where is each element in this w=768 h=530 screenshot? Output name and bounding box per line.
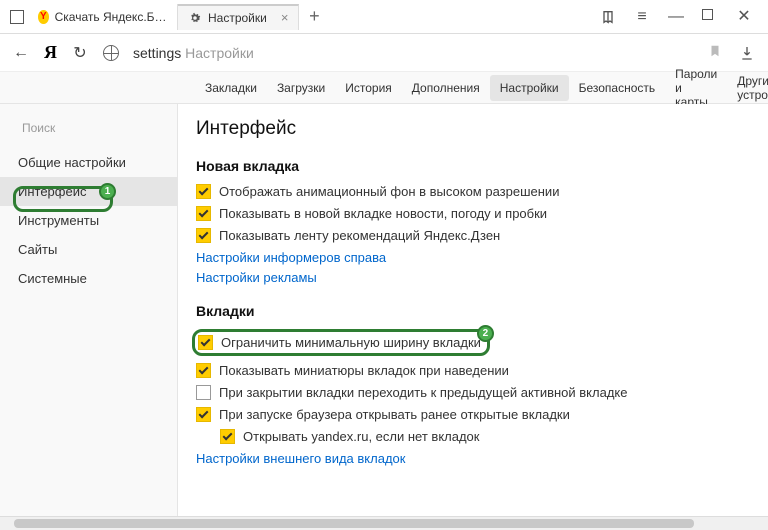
section-newtab-heading: Новая вкладка (196, 158, 750, 174)
checkbox-icon[interactable] (198, 335, 213, 350)
checkbox-icon[interactable] (196, 385, 211, 400)
checkbox-icon[interactable] (196, 407, 211, 422)
horizontal-scrollbar[interactable] (0, 516, 768, 530)
opt-restore-tabs[interactable]: При запуске браузера открывать ранее отк… (196, 407, 750, 422)
yandex-logo[interactable]: Я (44, 42, 57, 63)
checkbox-icon[interactable] (196, 184, 211, 199)
opt-open-yandex[interactable]: Открывать yandex.ru, если нет вкладок (220, 429, 750, 444)
link-ads[interactable]: Настройки рекламы (196, 270, 750, 285)
settings-sidebar: Поиск Общие настройки Интерфейс Инструме… (0, 104, 178, 530)
checkbox-icon[interactable] (196, 363, 211, 378)
sidebar-item-tools[interactable]: Инструменты (0, 206, 177, 235)
bookmark-icon[interactable] (708, 43, 722, 62)
opt-label: При закрытии вкладки переходить к предыд… (219, 385, 627, 400)
reader-icon[interactable] (600, 9, 616, 25)
main-area: Поиск Общие настройки Интерфейс Инструме… (0, 104, 768, 530)
close-tab-icon[interactable]: × (281, 10, 289, 25)
topnav-security[interactable]: Безопасность (569, 75, 666, 101)
checkbox-icon[interactable] (196, 206, 211, 221)
checkbox-icon[interactable] (196, 228, 211, 243)
reload-icon[interactable]: ↻ (71, 44, 89, 62)
window-maximize-icon[interactable] (702, 9, 718, 25)
topnav-addons[interactable]: Дополнения (402, 75, 490, 101)
address-page: Настройки (185, 45, 254, 61)
checkbox-icon[interactable] (220, 429, 235, 444)
opt-label: Показывать в новой вкладке новости, пого… (219, 206, 547, 221)
scrollbar-thumb[interactable] (14, 519, 694, 528)
sidebar-search[interactable]: Поиск (14, 116, 163, 140)
opt-label: При запуске браузера открывать ранее отк… (219, 407, 570, 422)
opt-zen[interactable]: Показывать ленту рекомендаций Яндекс.Дзе… (196, 228, 750, 243)
window-minimize-icon[interactable]: — (668, 9, 684, 25)
gear-icon (188, 11, 202, 25)
link-informers[interactable]: Настройки информеров справа (196, 250, 750, 265)
section-tabs-heading: Вкладки (196, 303, 750, 319)
opt-news[interactable]: Показывать в новой вкладке новости, пого… (196, 206, 750, 221)
address-text[interactable]: settings Настройки (133, 45, 254, 61)
tab-1-title: Скачать Яндекс.Браузер д (55, 10, 167, 24)
new-tab-button[interactable]: + (299, 6, 329, 27)
window-close-icon[interactable]: ✕ (736, 9, 752, 25)
opt-min-width[interactable]: Ограничить минимальную ширину вкладки 2 (196, 329, 750, 356)
topnav-other[interactable]: Другие устройс (727, 68, 768, 108)
sidebar-item-system[interactable]: Системные (0, 264, 177, 293)
opt-label: Отображать анимационный фон в высоком ра… (219, 184, 559, 199)
address-host: settings (133, 45, 181, 61)
topnav-bookmarks[interactable]: Закладки (195, 75, 267, 101)
settings-topnav: Закладки Загрузки История Дополнения Нас… (0, 72, 768, 104)
titlebar: Y Скачать Яндекс.Браузер д Настройки × +… (0, 0, 768, 34)
opt-label: Открывать yandex.ru, если нет вкладок (243, 429, 479, 444)
link-tab-appearance[interactable]: Настройки внешнего вида вкладок (196, 451, 750, 466)
back-icon[interactable]: ← (12, 44, 30, 62)
opt-prev-tab[interactable]: При закрытии вкладки переходить к предыд… (196, 385, 750, 400)
menu-icon[interactable]: ≡ (634, 9, 650, 25)
globe-icon (103, 45, 119, 61)
panel-toggle[interactable] (6, 6, 28, 28)
sidebar-item-label: Интерфейс (18, 184, 86, 199)
opt-label: Ограничить минимальную ширину вкладки (221, 335, 481, 350)
address-bar: ← Я ↻ settings Настройки (0, 34, 768, 72)
opt-anim-bg[interactable]: Отображать анимационный фон в высоком ра… (196, 184, 750, 199)
topnav-downloads[interactable]: Загрузки (267, 75, 335, 101)
opt-label: Показывать миниатюры вкладок при наведен… (219, 363, 509, 378)
topnav-settings[interactable]: Настройки (490, 75, 569, 101)
opt-thumbnails[interactable]: Показывать миниатюры вкладок при наведен… (196, 363, 750, 378)
browser-tab-1[interactable]: Y Скачать Яндекс.Браузер д (28, 4, 178, 30)
page-title: Интерфейс (196, 118, 750, 140)
download-icon[interactable] (738, 44, 756, 62)
sidebar-item-general[interactable]: Общие настройки (0, 148, 177, 177)
badge-2: 2 (477, 325, 494, 342)
sidebar-item-sites[interactable]: Сайты (0, 235, 177, 264)
topnav-history[interactable]: История (335, 75, 402, 101)
yandex-icon: Y (38, 10, 49, 24)
opt-label: Показывать ленту рекомендаций Яндекс.Дзе… (219, 228, 500, 243)
sidebar-item-interface[interactable]: Интерфейс (0, 177, 177, 206)
tab-2-title: Настройки (208, 11, 267, 25)
settings-content: Интерфейс Новая вкладка Отображать анима… (178, 104, 768, 530)
browser-tab-2[interactable]: Настройки × (178, 4, 299, 30)
highlight-2: Ограничить минимальную ширину вкладки 2 (192, 329, 490, 356)
